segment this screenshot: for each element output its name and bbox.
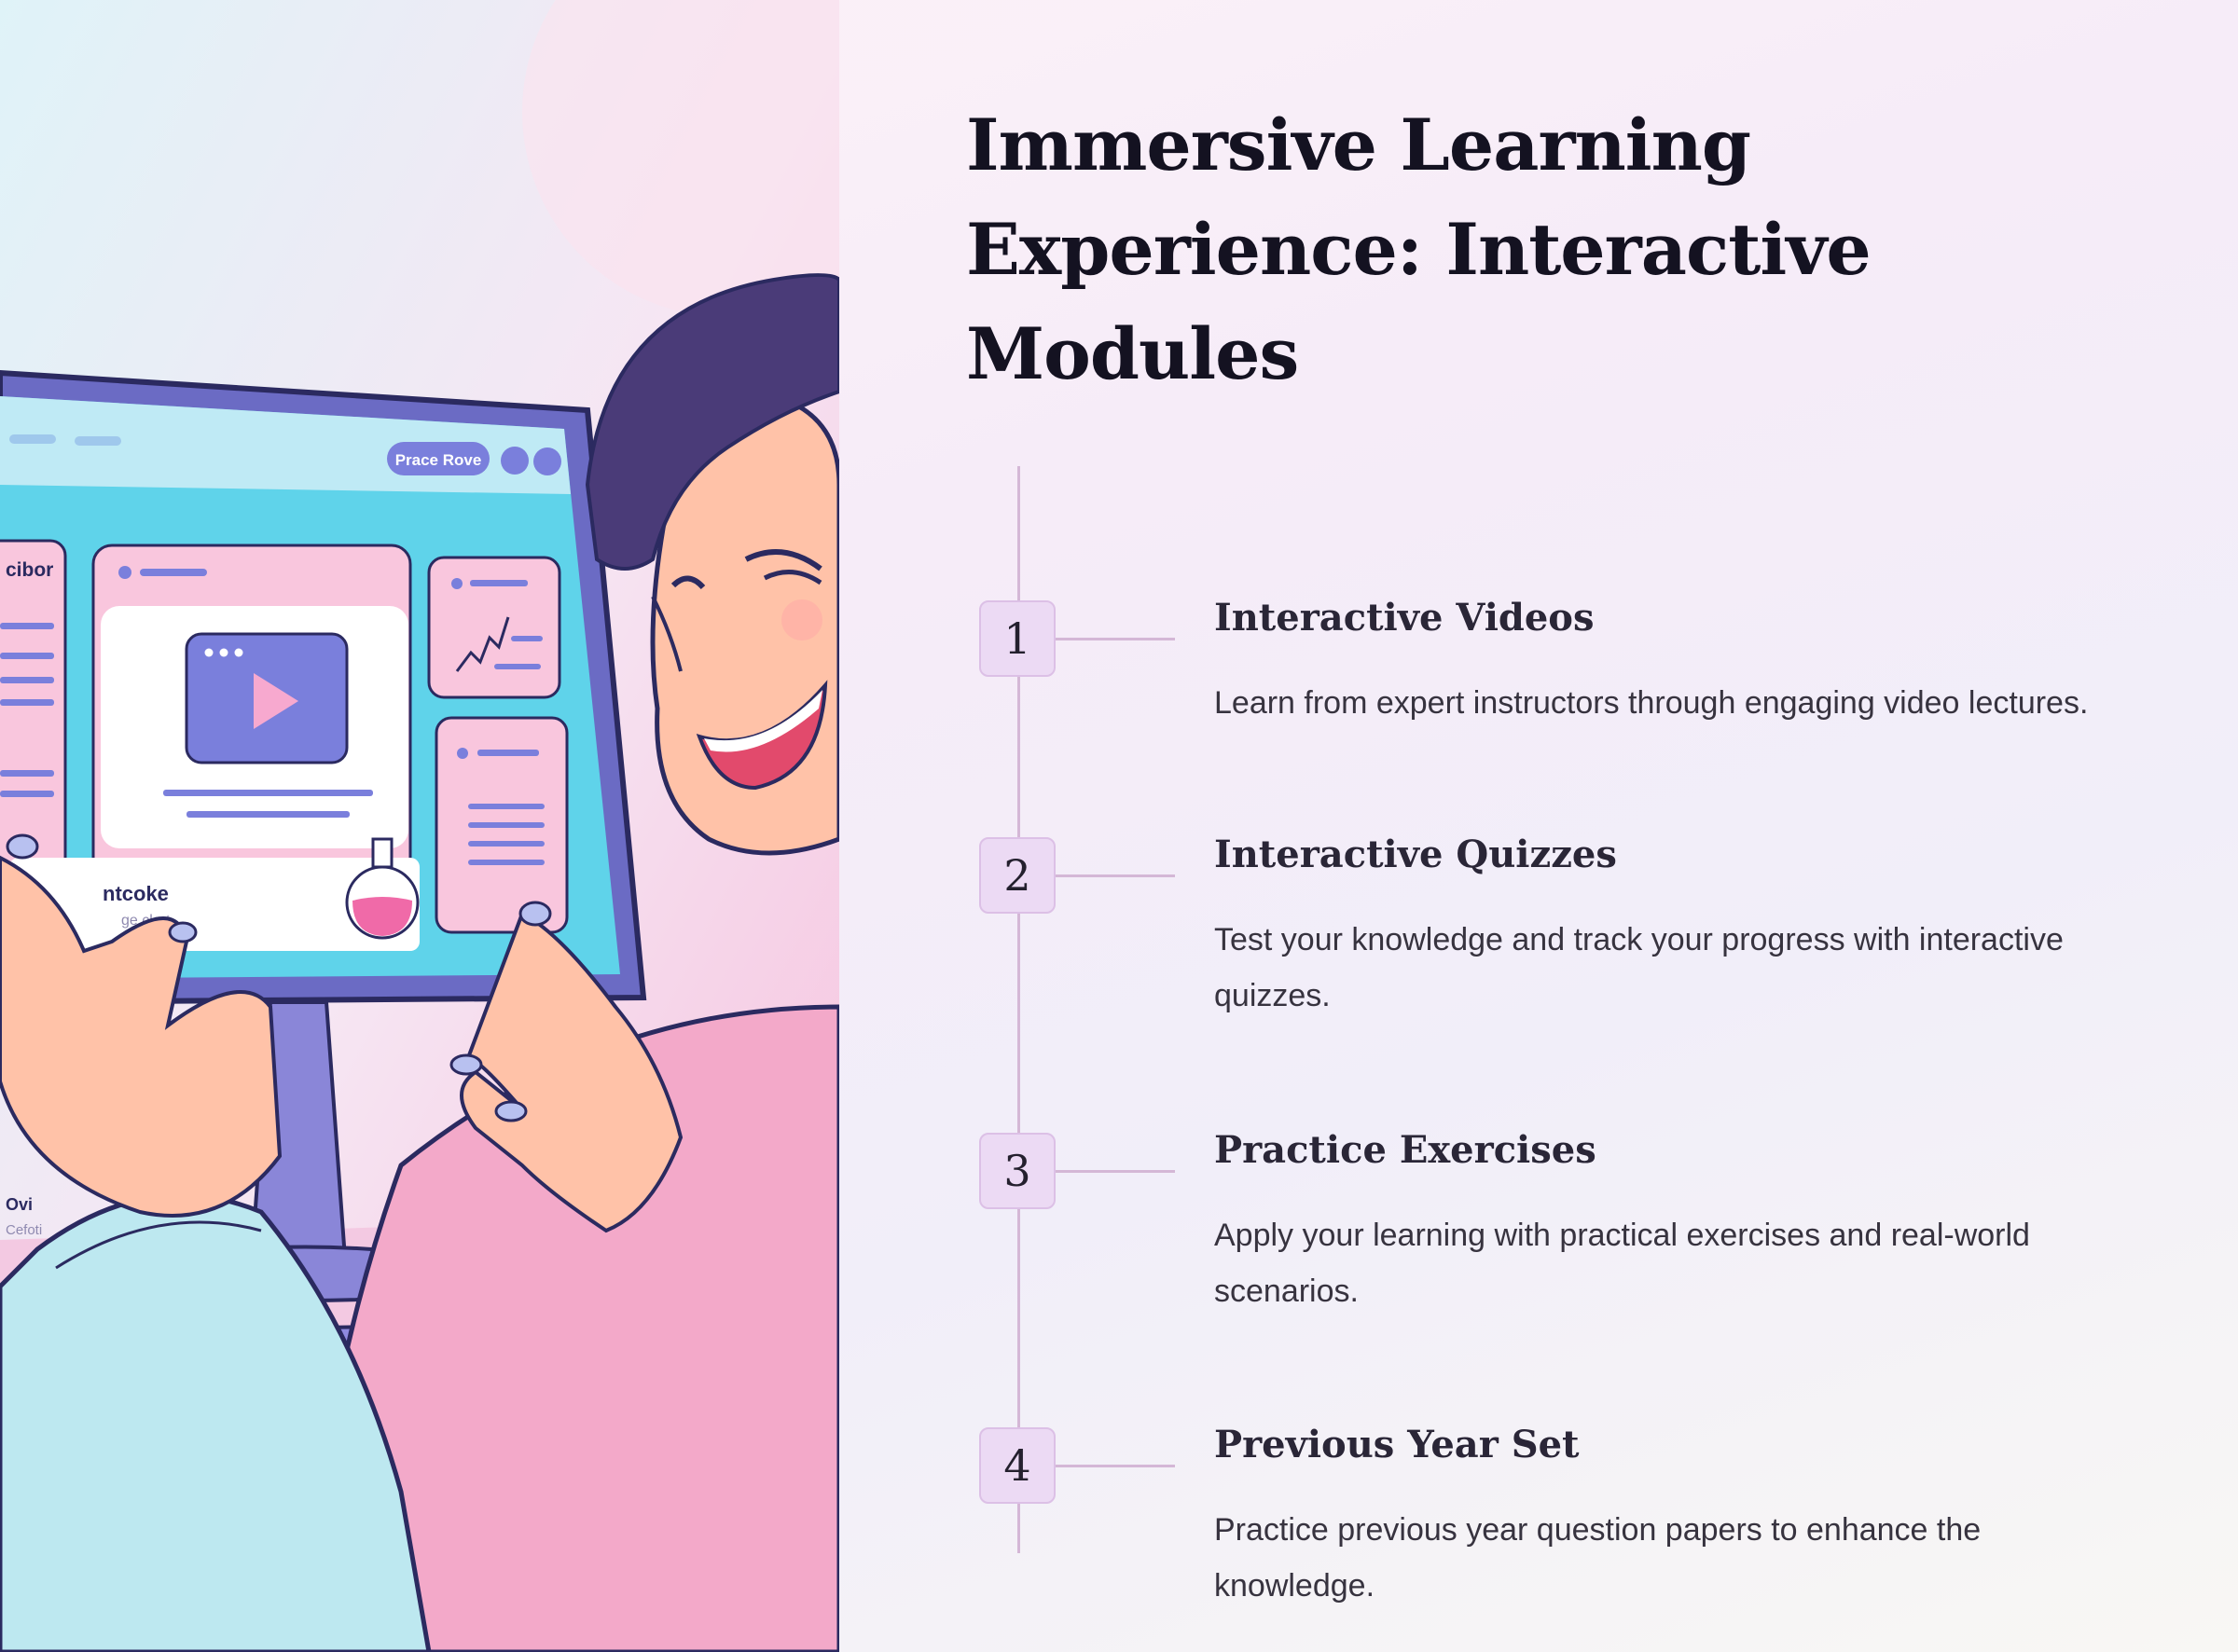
step-number-badge: 1 (979, 600, 1056, 677)
page-title: Immersive Learning Experience: Interacti… (966, 103, 1872, 395)
step-connector (1056, 874, 1175, 877)
step-description: Test your knowledge and track your progr… (1214, 922, 2064, 1013)
step-connector (1056, 638, 1175, 640)
svg-text:cibor: cibor (6, 559, 53, 581)
svg-text:Cefoti: Cefoti (6, 1222, 42, 1238)
step-description: Learn from expert instructors through en… (1214, 685, 2089, 721)
step-connector (1056, 1465, 1175, 1467)
play-icon (185, 632, 349, 764)
step-title: Interactive Quizzes (1214, 833, 1617, 876)
module-timeline: 1 Interactive Videos Learn from expert i… (966, 466, 2178, 1650)
learner-at-computer-illustration: Prace Rove cibor ntcoke ge clart (0, 0, 839, 1652)
step-number-badge: 3 (979, 1133, 1056, 1209)
step-number-badge: 2 (979, 837, 1056, 914)
illustration: Prace Rove cibor ntcoke ge clart (0, 0, 839, 1652)
step-connector (1056, 1170, 1175, 1173)
step-number-badge: 4 (979, 1427, 1056, 1504)
step-title: Interactive Videos (1214, 596, 1595, 640)
step-title: Previous Year Set (1214, 1423, 1580, 1466)
step-description: Practice previous year question papers t… (1214, 1512, 1982, 1604)
svg-text:ntcoke: ntcoke (103, 882, 169, 905)
step-title: Practice Exercises (1214, 1128, 1596, 1172)
svg-text:Prace Rove: Prace Rove (395, 451, 482, 469)
svg-text:Ovi: Ovi (6, 1195, 33, 1214)
content-panel: Immersive Learning Experience: Interacti… (966, 93, 2178, 1604)
step-description: Apply your learning with practical exerc… (1214, 1218, 2030, 1309)
chart-icon (427, 556, 561, 699)
screen-button: Prace Rove (387, 442, 490, 475)
